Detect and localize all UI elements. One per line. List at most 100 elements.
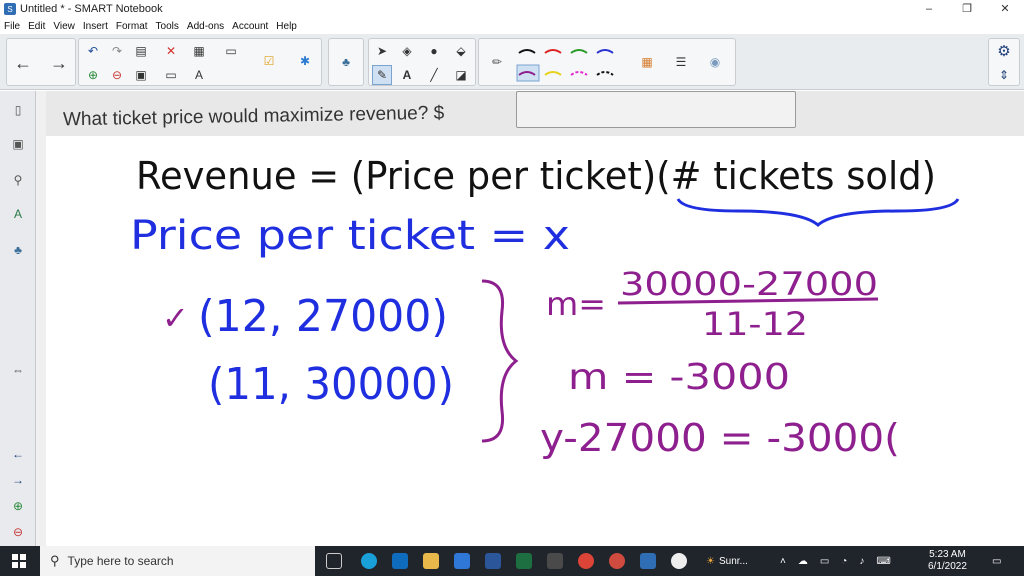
- smart-notebook-icon: S: [4, 3, 16, 15]
- window-controls: – ❐ ✕: [910, 0, 1024, 18]
- windows-start-icon[interactable]: [12, 554, 26, 568]
- pen-color-swatches[interactable]: [515, 43, 635, 83]
- toolbar-position-icon[interactable]: ⇕: [994, 65, 1014, 85]
- file-explorer-icon[interactable]: [423, 553, 439, 569]
- clock[interactable]: 5:23 AM 6/1/2022: [928, 546, 967, 576]
- pen-app-icon[interactable]: [671, 553, 687, 569]
- menu-insert[interactable]: Insert: [79, 21, 112, 32]
- select-icon[interactable]: ➤: [372, 41, 392, 61]
- point-slope-equation: y-27000 = -3000(: [540, 416, 900, 460]
- edge-icon[interactable]: [361, 553, 377, 569]
- attachments-icon[interactable]: ⚲: [8, 169, 28, 191]
- drawing-tools-group: ➤ ◈ ● ⬙ ✎ A ╱ ◪: [368, 38, 476, 86]
- pen-properties-group: ✏ ▦ ☰ ◉: [478, 38, 736, 86]
- menu-format[interactable]: Format: [112, 21, 152, 32]
- sidebar-prev-icon[interactable]: ←: [8, 443, 28, 465]
- line-style-icon[interactable]: ☰: [671, 52, 691, 72]
- price-definition: Price per ticket = x: [130, 213, 570, 259]
- undo-icon[interactable]: ↶: [83, 41, 103, 61]
- settings-group: ⚙ ⇕: [988, 38, 1020, 86]
- text-recognition-icon[interactable]: A: [189, 65, 209, 85]
- toolbar: ← → ↶ ↷ ▤ ✕ ▦ ▭ ☑ ✱ ⊕ ⊖ ▣ ▭ A ♣ ➤ ◈ ● ⬙ …: [0, 34, 1024, 90]
- fill-icon[interactable]: ●: [424, 41, 444, 61]
- panel-resize-icon[interactable]: ⇔: [8, 359, 28, 381]
- page-tools-group: ↶ ↷ ▤ ✕ ▦ ▭ ☑ ✱ ⊕ ⊖ ▣ ▭ A: [78, 38, 322, 86]
- tray-chevron-icon[interactable]: ˄: [780, 556, 786, 567]
- properties-icon[interactable]: A: [8, 203, 28, 225]
- underbrace: [676, 198, 960, 227]
- navigation-group: ← →: [6, 38, 76, 86]
- pen-type-icon[interactable]: ✏: [487, 52, 507, 72]
- menu-add-ons[interactable]: Add-ons: [183, 21, 228, 32]
- excel-icon[interactable]: [516, 553, 532, 569]
- store-icon[interactable]: [454, 553, 470, 569]
- weather-text: Sunr...: [718, 555, 748, 567]
- taskbar: ⚲ Type here to search ☀ Sunr... ˄ ☁ ▭ ◔ …: [0, 546, 1024, 576]
- taskbar-search-box[interactable]: ⚲ Type here to search: [40, 546, 315, 576]
- page-sorter-icon[interactable]: ▯: [8, 99, 28, 121]
- side-panel: ▯ ▣ ⚲ A ♣ ⇔ ← → ⊕ ⊖: [0, 91, 36, 546]
- shape-icon[interactable]: ◈: [397, 41, 417, 61]
- paint-bucket-icon[interactable]: ⬙: [451, 41, 471, 61]
- outlook-icon[interactable]: [392, 553, 408, 569]
- word-icon[interactable]: [485, 553, 501, 569]
- notification-icon[interactable]: ▭: [992, 546, 1001, 576]
- menu-file[interactable]: File: [0, 21, 24, 32]
- volume-icon[interactable]: ♪: [859, 556, 864, 567]
- line-tool-icon[interactable]: ╱: [424, 65, 444, 85]
- minimize-button[interactable]: –: [910, 0, 948, 18]
- gear-icon[interactable]: ⚙: [994, 41, 1014, 61]
- maximize-button[interactable]: ❐: [948, 0, 986, 18]
- menu-view[interactable]: View: [49, 21, 79, 32]
- text-tool-icon[interactable]: A: [397, 65, 417, 85]
- gallery-icon[interactable]: ▣: [8, 133, 28, 155]
- point-two: (11, 30000): [208, 359, 454, 410]
- eraser-icon[interactable]: ◪: [451, 65, 471, 85]
- addon-icon[interactable]: ✱: [295, 51, 315, 71]
- task-view-icon[interactable]: [326, 553, 342, 569]
- weather-icon: ☀: [706, 555, 715, 567]
- fill-effects-icon[interactable]: ◉: [705, 52, 725, 72]
- close-button[interactable]: ✕: [986, 0, 1024, 18]
- clock-date: 6/1/2022: [928, 561, 967, 572]
- menu-help[interactable]: Help: [272, 21, 301, 32]
- table-icon[interactable]: ▦: [189, 41, 209, 61]
- screen-shade-icon[interactable]: ▭: [161, 65, 181, 85]
- slope-numerator: 30000-27000: [620, 265, 878, 303]
- addons-icon[interactable]: ♣: [8, 239, 28, 261]
- revenue-formula: Revenue = (Price per ticket)(# tickets s…: [136, 154, 936, 198]
- pen-tool-icon[interactable]: ✎: [372, 65, 392, 85]
- title-bar: S Untitled * - SMART Notebook – ❐ ✕: [0, 0, 1024, 18]
- language-icon[interactable]: ⌨: [876, 556, 890, 567]
- onedrive-icon[interactable]: ☁: [798, 556, 808, 567]
- sidebar-add-page-icon[interactable]: ⊕: [8, 495, 28, 517]
- chrome-icon[interactable]: [578, 553, 594, 569]
- delete-icon[interactable]: ✕: [161, 41, 181, 61]
- search-icon: ⚲: [50, 553, 60, 568]
- color-palette-icon[interactable]: ▦: [637, 52, 657, 72]
- save-icon[interactable]: ▣: [131, 65, 151, 85]
- menu-account[interactable]: Account: [228, 21, 272, 32]
- vertical-scrollbar[interactable]: [36, 91, 46, 546]
- smart-notebook-taskbar-icon[interactable]: [640, 553, 656, 569]
- add-page-icon[interactable]: ⊕: [83, 65, 103, 85]
- previous-page-icon[interactable]: ←: [13, 53, 33, 73]
- app-icon[interactable]: [547, 553, 563, 569]
- sidebar-next-icon[interactable]: →: [8, 469, 28, 491]
- display-icon[interactable]: ▭: [221, 41, 241, 61]
- checklist-icon[interactable]: ☑: [259, 51, 279, 71]
- sidebar-delete-page-icon[interactable]: ⊖: [8, 521, 28, 543]
- delete-page-icon[interactable]: ⊖: [107, 65, 127, 85]
- wifi-icon[interactable]: ◔: [841, 556, 847, 567]
- redo-icon[interactable]: ↷: [107, 41, 127, 61]
- weather-widget[interactable]: ☀ Sunr...: [706, 546, 748, 576]
- response-icon[interactable]: ♣: [336, 52, 356, 72]
- menu-tools[interactable]: Tools: [152, 21, 183, 32]
- point-one: (12, 27000): [198, 291, 448, 342]
- network-icon[interactable]: ▭: [820, 556, 829, 567]
- next-page-icon[interactable]: →: [49, 53, 69, 73]
- chrome-profile-icon[interactable]: [609, 553, 625, 569]
- menu-edit[interactable]: Edit: [24, 21, 49, 32]
- whiteboard-canvas[interactable]: What ticket price would maximize revenue…: [46, 91, 1024, 546]
- paste-icon[interactable]: ▤: [131, 41, 151, 61]
